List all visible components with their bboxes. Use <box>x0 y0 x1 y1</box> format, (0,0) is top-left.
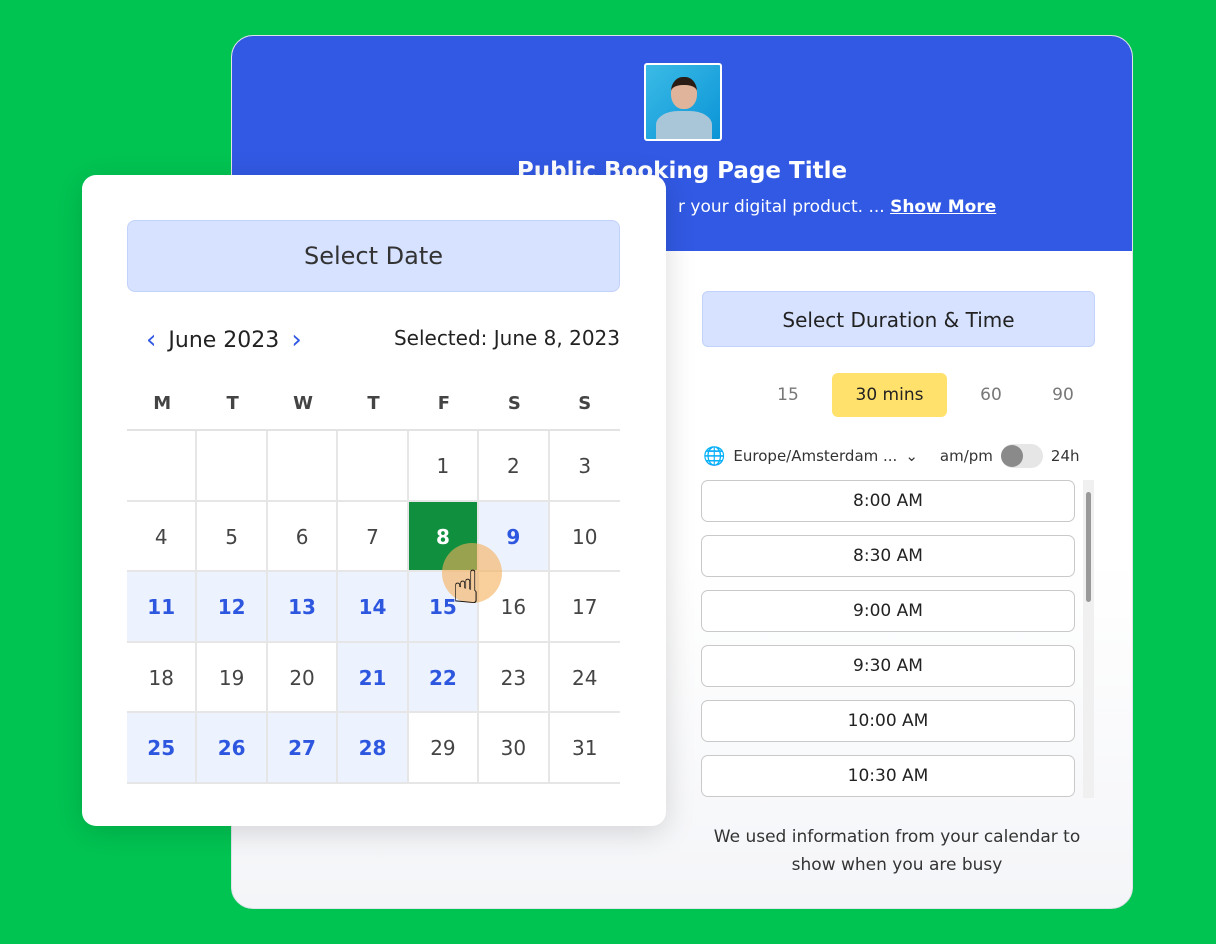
weekday-label: W <box>293 393 313 414</box>
day-cell[interactable]: 20 <box>267 642 339 713</box>
time-format-toggle[interactable] <box>1000 444 1043 468</box>
day-cell[interactable]: 22 <box>408 642 480 713</box>
month-label: June 2023 <box>168 327 280 353</box>
date-picker-card: Select Date ‹ June 2023 › Selected: June… <box>82 175 666 826</box>
calendar-note: We used information from your calendar t… <box>713 827 1081 875</box>
month-nav: ‹ June 2023 › <box>134 325 314 355</box>
day-cell[interactable]: 6 <box>267 501 339 572</box>
select-date-title: Select Date <box>127 220 620 292</box>
duration-title: Select Duration & Time <box>702 291 1095 347</box>
empty-cell <box>197 431 268 502</box>
hand-cursor-icon: ☝ <box>452 560 481 614</box>
day-cell[interactable]: 7 <box>338 501 409 572</box>
time-slot[interactable]: 10:30 AM <box>701 755 1075 797</box>
time-slot[interactable]: 9:30 AM <box>701 645 1075 687</box>
day-cell[interactable]: 12 <box>197 572 268 643</box>
day-cell[interactable]: 23 <box>479 642 550 713</box>
duration-option[interactable]: 30 mins <box>832 373 947 417</box>
day-cell[interactable]: 18 <box>127 642 198 713</box>
duration-option[interactable]: 15 <box>752 373 824 417</box>
day-cell[interactable]: 17 <box>549 572 620 643</box>
prev-month-icon[interactable]: ‹ <box>134 325 168 355</box>
time-slot[interactable]: 8:00 AM <box>701 480 1075 522</box>
day-cell[interactable]: 30 <box>479 713 550 784</box>
day-cell[interactable]: 1 <box>408 431 480 502</box>
24h-label: 24h <box>1050 447 1080 465</box>
day-cell[interactable]: 10 <box>549 502 620 572</box>
day-cell[interactable]: 31 <box>549 713 620 784</box>
day-cell[interactable]: 24 <box>549 643 620 713</box>
weekday-label: M <box>153 393 172 414</box>
day-cell[interactable]: 4 <box>127 501 198 572</box>
day-cell[interactable]: 3 <box>549 431 620 502</box>
day-cell[interactable]: 21 <box>338 642 409 713</box>
weekday-label: F <box>437 393 451 414</box>
day-cell[interactable]: 25 <box>127 713 198 784</box>
weekday-label: S <box>507 393 521 414</box>
empty-cell <box>338 431 409 502</box>
time-slot[interactable]: 8:30 AM <box>701 535 1075 577</box>
calendar-grid: MTWTFSS 1 2 3 4 5 6 7 8 9 10 11 12 13 14 15 16 17 18 19 20 2… <box>127 393 620 784</box>
day-cell[interactable]: 13 <box>267 572 339 643</box>
timezone-row: 🌐 Europe/Amsterdam ... ⌄ am/pm 24h <box>703 444 1098 468</box>
day-cell[interactable]: 14 <box>338 572 409 643</box>
chevron-down-icon[interactable]: ⌄ <box>905 447 918 465</box>
selected-date: Selected: June 8, 2023 <box>393 326 620 350</box>
weekday-label: T <box>367 393 380 414</box>
duration-option[interactable]: 90 <box>1027 373 1099 417</box>
day-cell[interactable]: 5 <box>197 501 268 572</box>
day-cell[interactable]: 2 <box>479 431 550 502</box>
time-slots: 8:00 AM 8:30 AM 9:00 AM 9:30 AM 10:00 AM 10:3… <box>701 480 1075 810</box>
description: r your digital product. ... Show More <box>678 197 997 217</box>
day-cell[interactable]: 11 <box>127 572 198 643</box>
day-cell[interactable]: 19 <box>197 642 268 713</box>
next-month-icon[interactable]: › <box>279 325 313 355</box>
scrollbar[interactable] <box>1083 480 1094 798</box>
avatar <box>644 63 722 141</box>
duration-options: 15 30 mins 60 90 <box>752 373 1099 417</box>
timezone-select[interactable]: Europe/Amsterdam ... <box>733 447 897 465</box>
globe-icon: 🌐 <box>703 445 726 467</box>
day-cell[interactable]: 26 <box>197 713 268 784</box>
empty-cell <box>127 431 198 502</box>
time-slot[interactable]: 10:00 AM <box>701 700 1075 742</box>
ampm-label: am/pm <box>939 447 993 465</box>
weekday-label: S <box>578 393 592 414</box>
day-cell[interactable]: 29 <box>408 713 480 784</box>
empty-cell <box>267 431 339 502</box>
show-more-link[interactable]: Show More <box>890 197 996 217</box>
day-cell[interactable]: 28 <box>338 713 409 784</box>
duration-option[interactable]: 60 <box>955 373 1027 417</box>
time-slot[interactable]: 9:00 AM <box>701 590 1075 632</box>
weekday-label: T <box>226 393 239 414</box>
day-cell[interactable]: 27 <box>267 713 339 784</box>
